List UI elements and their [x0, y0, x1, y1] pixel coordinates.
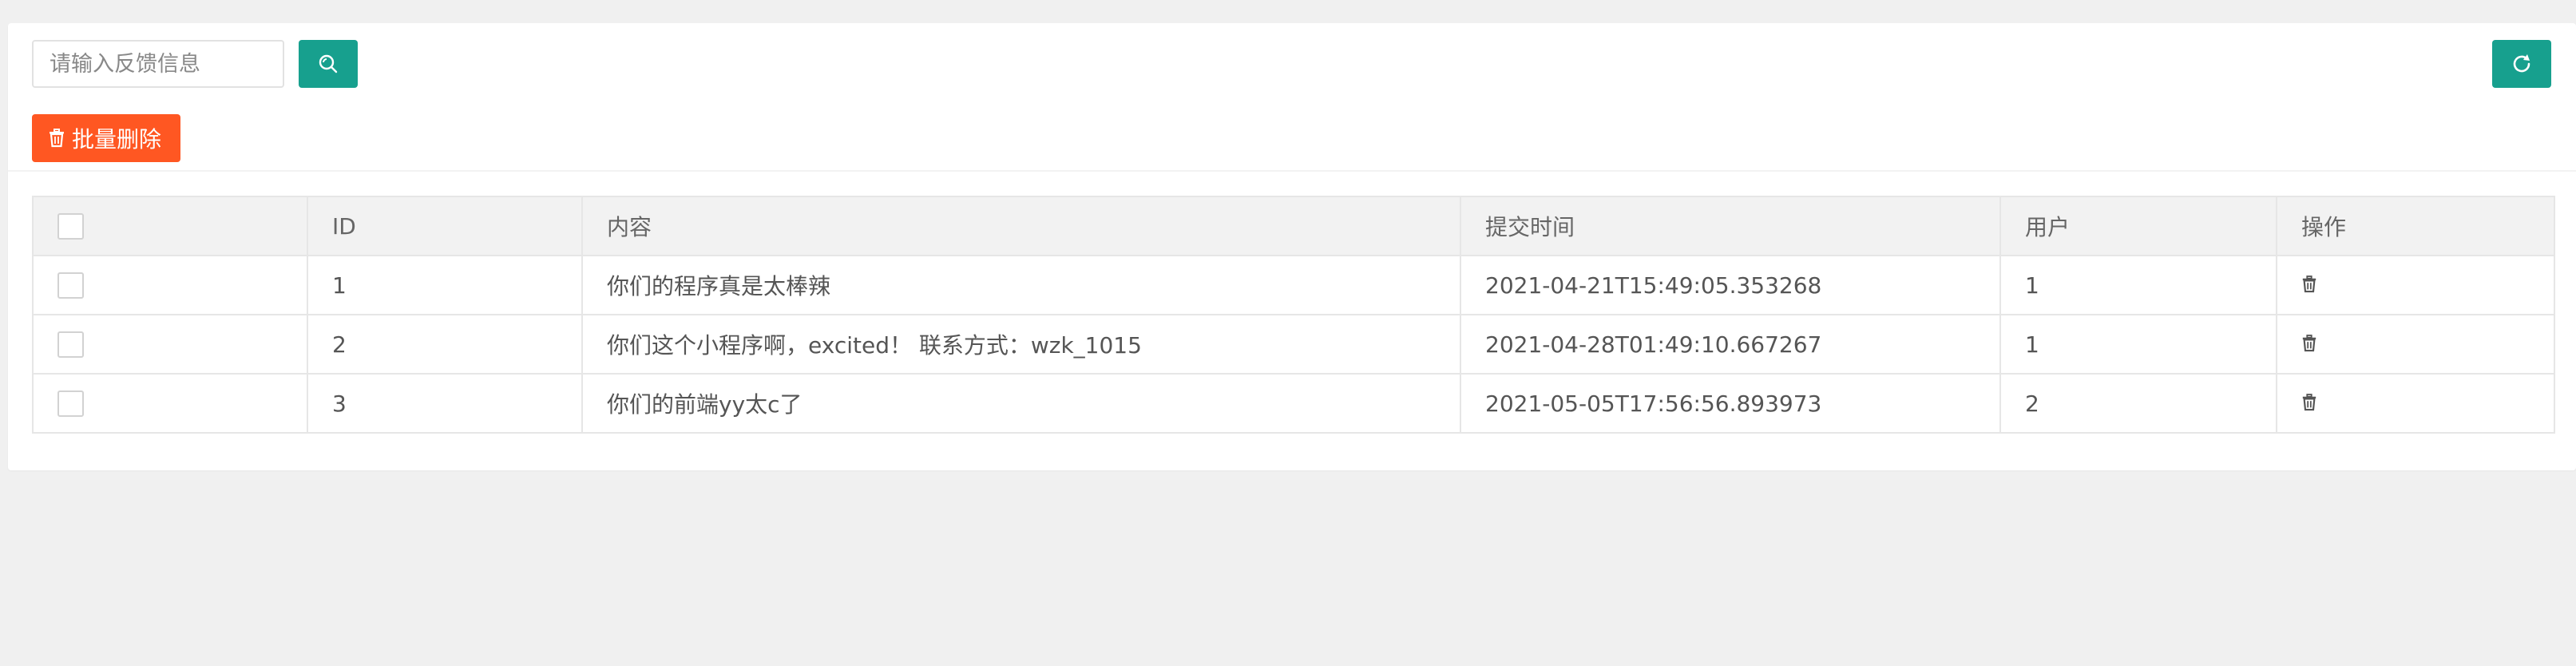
column-header-select: [32, 196, 308, 256]
cell-user: 2: [1999, 373, 2277, 434]
row-checkbox[interactable]: [57, 272, 84, 299]
cell-id: 1: [307, 255, 583, 315]
cell-id: 3: [307, 373, 583, 434]
trash-icon[interactable]: [2301, 275, 2317, 293]
cell-id: 2: [307, 314, 583, 375]
cell-actions: [2276, 255, 2555, 315]
refresh-icon: [2510, 52, 2534, 76]
column-header-id: ID: [307, 196, 583, 256]
search-icon: [317, 53, 339, 75]
trash-icon[interactable]: [2301, 334, 2317, 352]
column-header-content: 内容: [581, 196, 1461, 256]
trash-icon: [48, 129, 65, 148]
row-checkbox[interactable]: [57, 390, 84, 418]
search-input[interactable]: [32, 40, 284, 88]
cell-user: 1: [1999, 314, 2277, 375]
table-row: 3 你们的前端yy太c了 2021-05-05T17:56:56.893973 …: [32, 373, 2555, 434]
column-header-actions: 操作: [2276, 196, 2555, 256]
cell-content: 你们的程序真是太棒辣: [581, 255, 1461, 315]
cell-content: 你们的前端yy太c了: [581, 373, 1461, 434]
batch-delete-button[interactable]: 批量删除: [32, 114, 180, 162]
column-header-time: 提交时间: [1460, 196, 2001, 256]
select-all-checkbox[interactable]: [57, 213, 84, 240]
trash-icon[interactable]: [2301, 393, 2317, 411]
cell-actions: [2276, 373, 2555, 434]
toolbar: 批量删除: [8, 23, 2576, 172]
column-header-user: 用户: [1999, 196, 2277, 256]
search-button[interactable]: [299, 40, 358, 88]
table-row: 2 你们这个小程序啊，excited！ 联系方式：wzk_1015 2021-0…: [32, 314, 2555, 375]
row-select-cell: [32, 314, 308, 375]
cell-time: 2021-04-28T01:49:10.667267: [1460, 314, 2001, 375]
cell-content: 你们这个小程序啊，excited！ 联系方式：wzk_1015: [581, 314, 1461, 375]
feedback-table: ID 内容 提交时间 用户 操作 1 你们的程序真是太棒辣 2021-04-21…: [32, 196, 2555, 434]
cell-actions: [2276, 314, 2555, 375]
feedback-panel: 批量删除 ID 内容 提交时间 用户 操作: [8, 23, 2576, 470]
row-select-cell: [32, 373, 308, 434]
row-select-cell: [32, 255, 308, 315]
cell-time: 2021-04-21T15:49:05.353268: [1460, 255, 2001, 315]
table-header-row: ID 内容 提交时间 用户 操作: [32, 196, 2555, 256]
cell-user: 1: [1999, 255, 2277, 315]
batch-delete-label: 批量删除: [71, 126, 161, 153]
table-row: 1 你们的程序真是太棒辣 2021-04-21T15:49:05.353268 …: [32, 255, 2555, 315]
refresh-button[interactable]: [2492, 40, 2551, 88]
cell-time: 2021-05-05T17:56:56.893973: [1460, 373, 2001, 434]
row-checkbox[interactable]: [57, 331, 84, 359]
